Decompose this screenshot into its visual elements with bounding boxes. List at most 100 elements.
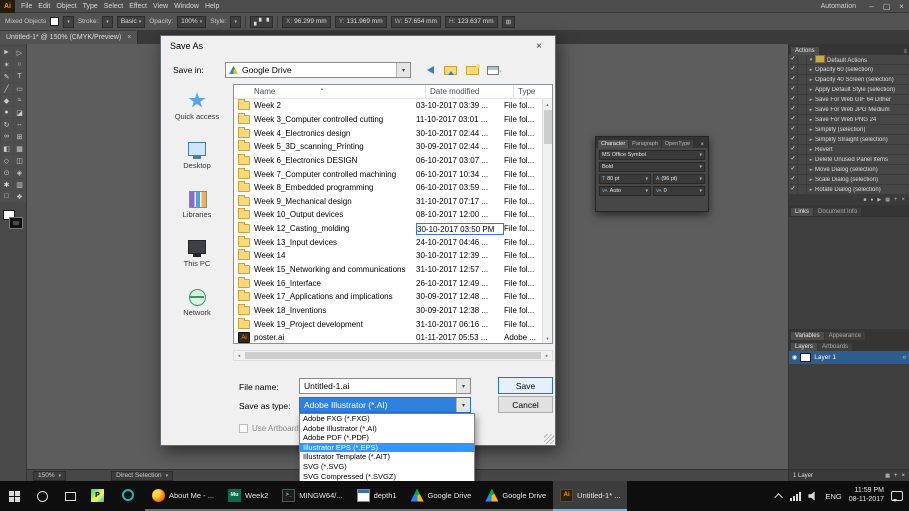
tab-artboards[interactable]: Artboards <box>818 343 853 351</box>
minimize-button[interactable]: – <box>864 2 879 11</box>
scroll-thumb[interactable] <box>245 352 541 359</box>
close-button[interactable]: × <box>894 2 909 11</box>
action-dialog-toggle[interactable] <box>798 75 807 84</box>
cortana-search-button[interactable] <box>28 481 56 511</box>
expand-arrow-icon[interactable] <box>807 87 815 93</box>
file-row[interactable]: Week 4_Electronics design 30-10-2017 02:… <box>234 126 542 140</box>
new-layer-icon[interactable] <box>885 473 890 479</box>
save-in-dropdown[interactable]: Google Drive <box>225 62 411 78</box>
taskbar-app-mu[interactable]: Week2 <box>221 481 276 511</box>
menu-item[interactable]: Help <box>202 3 222 10</box>
mesh-tool[interactable]: ◇ <box>0 155 13 166</box>
file-row[interactable]: Week 19_Project development 31-10-2017 0… <box>234 317 542 331</box>
blob-brush-tool[interactable]: ● <box>0 107 13 118</box>
transform-field[interactable]: W: 57.654 mm <box>390 15 441 28</box>
taskbar-app-firefox[interactable]: About Me - ... <box>145 481 222 511</box>
layer-thumbnail[interactable] <box>800 353 812 362</box>
sidebar-libraries[interactable]: Libraries <box>165 190 229 219</box>
align-buttons[interactable]: ▖▘▝ <box>250 15 273 28</box>
file-type-option[interactable]: Illustrator EPS (*.EPS) <box>300 442 474 453</box>
menu-item[interactable]: Effect <box>126 3 150 10</box>
dialog-close-button[interactable]: × <box>523 36 555 56</box>
direct-selection-tool[interactable]: ▷ <box>13 47 26 58</box>
network-icon[interactable] <box>790 491 802 501</box>
file-row[interactable]: Week 9_Mechanical design 31-10-2017 07:1… <box>234 194 542 208</box>
workspace-switcher[interactable]: Automation <box>813 3 864 10</box>
taskbar-app-gdrive-2[interactable]: Google Drive <box>478 481 554 511</box>
expand-arrow-icon[interactable] <box>807 157 815 163</box>
scroll-down-icon[interactable] <box>543 333 552 343</box>
file-row[interactable]: Week 17_Applications and implications 30… <box>234 290 542 304</box>
file-row[interactable]: Week 13_Input devices 24-10-2017 04:46 .… <box>234 235 542 249</box>
action-dialog-toggle[interactable] <box>798 125 807 134</box>
file-type-option[interactable]: SVG (*.SVG) <box>300 462 474 472</box>
tab-document-info[interactable]: Document Info <box>814 208 862 216</box>
action-row[interactable]: Opacity 60 (selection) <box>789 65 909 75</box>
taskbar-app-pycharm[interactable] <box>84 481 115 511</box>
current-tool-indicator[interactable]: Direct Selection <box>111 470 174 481</box>
rotate-tool[interactable]: ↻ <box>0 119 13 130</box>
sidebar-network[interactable]: Network <box>165 288 229 317</box>
action-dialog-toggle[interactable] <box>798 175 807 184</box>
action-dialog-toggle[interactable] <box>798 145 807 154</box>
expand-arrow-icon[interactable] <box>807 137 815 143</box>
expand-arrow-icon[interactable] <box>807 177 815 183</box>
action-checkbox[interactable] <box>789 185 798 194</box>
layer-row[interactable]: Layer 1 <box>789 351 909 364</box>
action-dialog-toggle[interactable] <box>798 55 807 64</box>
play-icon[interactable] <box>877 197 881 203</box>
dialog-titlebar[interactable]: Save As × <box>161 36 555 56</box>
action-row[interactable]: Apply Default Style (selection) <box>789 85 909 95</box>
rectangle-tool[interactable]: ▭ <box>13 83 26 94</box>
clock[interactable]: 11:59 PM 08-11-2017 <box>849 487 884 505</box>
tab-variables[interactable]: Variables <box>791 332 824 340</box>
action-dialog-toggle[interactable] <box>798 155 807 164</box>
menu-item[interactable]: Type <box>80 3 101 10</box>
action-dialog-toggle[interactable] <box>798 65 807 74</box>
sidebar-desktop[interactable]: Desktop <box>165 141 229 170</box>
lasso-tool[interactable]: ○ <box>13 59 26 70</box>
line-segment-tool[interactable]: ╱ <box>0 83 13 94</box>
hand-tool[interactable]: ❖ <box>13 191 26 202</box>
action-checkbox[interactable] <box>789 125 798 134</box>
layer-name[interactable]: Layer 1 <box>814 354 836 361</box>
action-checkbox[interactable] <box>789 65 798 74</box>
resize-grip[interactable] <box>544 434 554 444</box>
cancel-button[interactable]: Cancel <box>498 396 553 413</box>
column-date-modified[interactable]: Date modified <box>426 85 514 98</box>
transform-field[interactable]: X: 96.299 mm <box>282 15 331 28</box>
save-as-type-dropdown[interactable]: Adobe Illustrator (*.AI) <box>299 397 471 413</box>
menu-item[interactable]: Object <box>53 3 79 10</box>
up-one-level-icon[interactable] <box>443 63 458 77</box>
new-action-icon[interactable] <box>894 197 898 203</box>
blend-tool[interactable]: ◈ <box>13 167 26 178</box>
selection-tool[interactable]: ► <box>0 47 13 58</box>
file-type-option[interactable]: Adobe PDF (*.PDF) <box>300 433 474 443</box>
action-dialog-toggle[interactable] <box>798 135 807 144</box>
file-type-option[interactable]: Adobe FXG (*.FXG) <box>300 414 474 424</box>
tracking-field[interactable]: 0 <box>653 186 705 196</box>
start-button[interactable] <box>0 481 28 511</box>
expand-arrow-icon[interactable] <box>807 107 815 113</box>
use-artboards-checkbox[interactable] <box>239 424 248 433</box>
font-family-field[interactable]: MS Office Symbol <box>599 150 705 160</box>
action-row[interactable]: Move Dialog (selection) <box>789 165 909 175</box>
paintbrush-tool[interactable]: ◆ <box>0 95 13 106</box>
scroll-right-icon[interactable] <box>542 351 552 360</box>
taskbar-app-terminal[interactable]: MINGW64/... <box>275 481 350 511</box>
task-view-button[interactable] <box>56 481 84 511</box>
action-checkbox[interactable] <box>789 155 798 164</box>
file-row[interactable]: Week 8_Embedded programming 06-10-2017 0… <box>234 181 542 195</box>
action-dialog-toggle[interactable] <box>798 165 807 174</box>
free-transform-tool[interactable]: ⊞ <box>13 131 26 142</box>
file-row[interactable]: Week 14 30-10-2017 12:39 ... File fol... <box>234 249 542 263</box>
expand-arrow-icon[interactable] <box>807 67 815 73</box>
file-type-option[interactable]: SVG Compressed (*.SVGZ) <box>300 472 474 482</box>
target-circle-icon[interactable] <box>902 354 906 361</box>
action-checkbox[interactable] <box>789 105 798 114</box>
taskbar-app-depth1[interactable]: depth1 <box>349 481 404 511</box>
scroll-thumb[interactable] <box>543 110 552 144</box>
file-row[interactable]: Week 10_Output devices 08-10-2017 12:00 … <box>234 208 542 222</box>
transform-icons[interactable]: ⊞ <box>501 15 516 28</box>
menu-item[interactable]: Edit <box>35 3 53 10</box>
